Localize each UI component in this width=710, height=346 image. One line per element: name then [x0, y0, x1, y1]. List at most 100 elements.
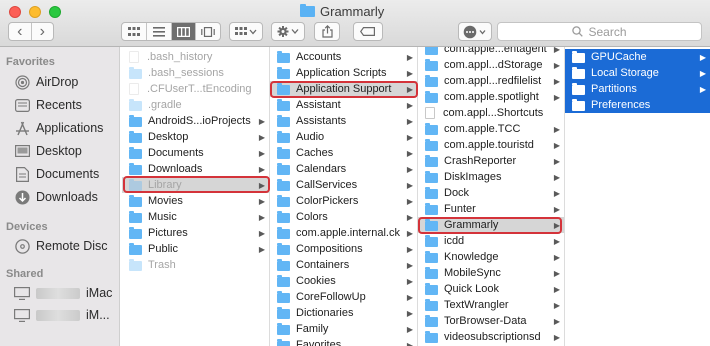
- list-item[interactable]: com.apple.TCC ▶: [418, 121, 564, 137]
- list-item[interactable]: Trash: [122, 257, 269, 273]
- zoom-button[interactable]: [49, 6, 61, 18]
- sidebar-item-applications[interactable]: Applications: [14, 118, 103, 138]
- list-item-label: Application Support: [296, 83, 392, 95]
- chevron-right-icon: ▶: [406, 308, 414, 318]
- list-item[interactable]: com.apple...entagent ▶: [418, 47, 564, 57]
- sidebar-item-airdrop[interactable]: AirDrop: [14, 72, 78, 92]
- list-item[interactable]: TextWrangler ▶: [418, 297, 564, 313]
- list-item[interactable]: MobileSync ▶: [418, 265, 564, 281]
- sidebar-item-shared-imac-1[interactable]: iMac: [14, 283, 112, 303]
- list-item[interactable]: .CFUserT...tEncoding: [122, 81, 269, 97]
- back-forward-control: ‹ ›: [8, 22, 54, 41]
- sidebar-item-desktop[interactable]: Desktop: [14, 141, 82, 161]
- list-item[interactable]: Caches ▶: [270, 145, 417, 161]
- list-item[interactable]: Audio ▶: [270, 129, 417, 145]
- list-item[interactable]: CoreFollowUp ▶: [270, 289, 417, 305]
- chevron-right-icon: ▶: [258, 244, 266, 254]
- list-item[interactable]: Containers ▶: [270, 257, 417, 273]
- back-button[interactable]: ‹: [9, 23, 32, 40]
- list-item[interactable]: com.apple.touristd ▶: [418, 137, 564, 153]
- chevron-right-icon: ▶: [258, 180, 266, 190]
- close-button[interactable]: [9, 6, 21, 18]
- list-item[interactable]: Public ▶: [122, 241, 269, 257]
- list-item[interactable]: Colors ▶: [270, 209, 417, 225]
- list-item[interactable]: Application Scripts ▶: [270, 65, 417, 81]
- list-item[interactable]: .bash_sessions: [122, 65, 269, 81]
- sidebar-header-shared: Shared: [6, 268, 44, 280]
- list-item[interactable]: Movies ▶: [122, 193, 269, 209]
- list-item[interactable]: Accounts ▶: [270, 49, 417, 65]
- list-item-label: Trash: [148, 259, 176, 271]
- gear-icon[interactable]: [271, 22, 305, 41]
- minimize-button[interactable]: [29, 6, 41, 18]
- sidebar-item-label: iMac: [86, 286, 113, 300]
- list-item[interactable]: com.appl...dStorage ▶: [418, 57, 564, 73]
- chevron-right-icon: ▶: [553, 204, 561, 214]
- list-item[interactable]: Pictures ▶: [122, 225, 269, 241]
- folder-icon: [277, 50, 290, 63]
- chevron-right-icon: ▶: [553, 252, 561, 262]
- list-item[interactable]: Family ▶: [270, 321, 417, 337]
- list-item[interactable]: GPUCache ▶: [565, 49, 710, 65]
- list-item[interactable]: videosubscriptionsd ▶: [418, 329, 564, 345]
- list-item[interactable]: CallServices ▶: [270, 177, 417, 193]
- tag-icon[interactable]: [353, 22, 383, 41]
- column-view-icon[interactable]: [171, 23, 197, 40]
- chevron-right-icon: ▶: [258, 132, 266, 142]
- list-item[interactable]: com.appl...redfilelist ▶: [418, 73, 564, 89]
- list-item[interactable]: Partitions ▶: [565, 81, 710, 97]
- redacted-name: [36, 309, 80, 321]
- view-mode-control: [121, 22, 221, 41]
- list-item[interactable]: CrashReporter ▶: [418, 153, 564, 169]
- list-item[interactable]: Calendars ▶: [270, 161, 417, 177]
- sidebar-item-label: Documents: [36, 167, 100, 181]
- list-item[interactable]: com.appl...Shortcuts: [418, 105, 564, 121]
- list-item[interactable]: Desktop ▶: [122, 129, 269, 145]
- list-item[interactable]: Dictionaries ▶: [270, 305, 417, 321]
- list-item[interactable]: com.apple.spotlight ▶: [418, 89, 564, 105]
- list-item-label: com.apple...entagent: [444, 47, 547, 55]
- list-item[interactable]: ColorPickers ▶: [270, 193, 417, 209]
- list-item[interactable]: Downloads ▶: [122, 161, 269, 177]
- list-item[interactable]: Cookies ▶: [270, 273, 417, 289]
- list-item[interactable]: Assistant ▶: [270, 97, 417, 113]
- chevron-right-icon: ▶: [699, 68, 707, 78]
- list-item[interactable]: .bash_history: [122, 49, 269, 65]
- more-icon[interactable]: [458, 22, 492, 41]
- list-item[interactable]: Preferences: [565, 97, 710, 113]
- list-item-label: com.apple.spotlight: [444, 91, 539, 103]
- list-item-label: Quick Look: [444, 283, 500, 295]
- list-item[interactable]: Dock ▶: [418, 185, 564, 201]
- search-input[interactable]: Search: [497, 22, 702, 41]
- forward-button[interactable]: ›: [32, 23, 54, 40]
- list-item[interactable]: Knowledge ▶: [418, 249, 564, 265]
- icon-view-icon[interactable]: [122, 23, 147, 40]
- list-item[interactable]: DiskImages ▶: [418, 169, 564, 185]
- list-item[interactable]: Documents ▶: [122, 145, 269, 161]
- list-item[interactable]: Quick Look ▶: [418, 281, 564, 297]
- list-item[interactable]: icdd ▶: [418, 233, 564, 249]
- list-item[interactable]: com.apple.internal.ck ▶: [270, 225, 417, 241]
- gallery-view-icon[interactable]: [196, 23, 220, 40]
- list-view-icon[interactable]: [147, 23, 172, 40]
- list-item[interactable]: Library ▶: [122, 177, 269, 193]
- list-item[interactable]: Application Support ▶: [270, 81, 417, 97]
- sidebar-item-documents[interactable]: Documents: [14, 164, 99, 184]
- chevron-right-icon: ▶: [553, 76, 561, 86]
- list-item[interactable]: Grammarly ▶: [418, 217, 564, 233]
- list-item[interactable]: TorBrowser-Data ▶: [418, 313, 564, 329]
- sidebar-item-shared-imac-2[interactable]: iM...: [14, 305, 110, 325]
- list-item[interactable]: Assistants ▶: [270, 113, 417, 129]
- list-item[interactable]: Local Storage ▶: [565, 65, 710, 81]
- sidebar-item-recents[interactable]: Recents: [14, 95, 82, 115]
- list-item[interactable]: Compositions ▶: [270, 241, 417, 257]
- sidebar-item-remote-disc[interactable]: Remote Disc: [14, 236, 108, 256]
- group-icon[interactable]: [229, 22, 263, 41]
- list-item[interactable]: AndroidS...ioProjects ▶: [122, 113, 269, 129]
- share-icon[interactable]: [314, 22, 340, 41]
- list-item[interactable]: .gradle: [122, 97, 269, 113]
- sidebar-item-downloads[interactable]: Downloads: [14, 187, 98, 207]
- list-item[interactable]: Music ▶: [122, 209, 269, 225]
- list-item[interactable]: Funter ▶: [418, 201, 564, 217]
- list-item[interactable]: Favorites ▶: [270, 337, 417, 346]
